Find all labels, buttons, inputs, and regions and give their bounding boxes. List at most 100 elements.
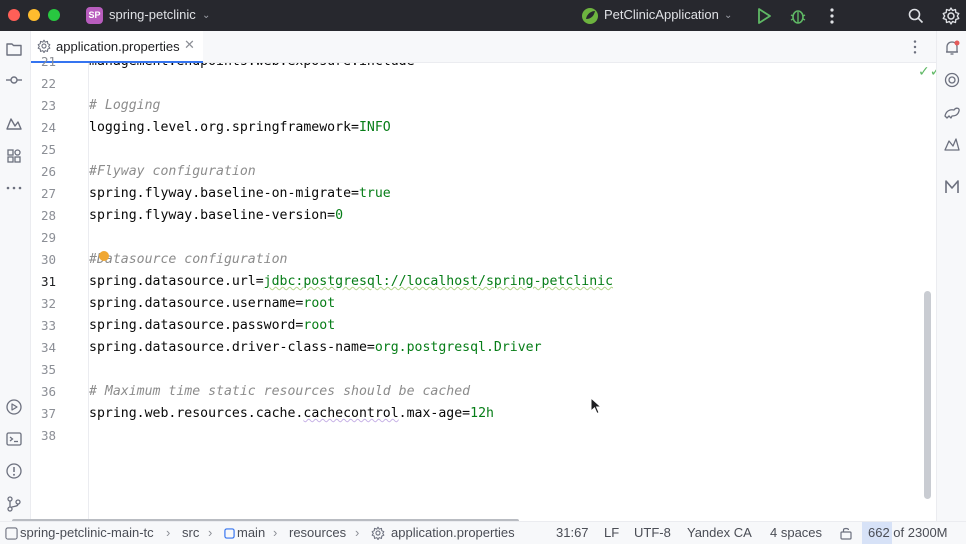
project-selector[interactable]: spring-petclinic [109,7,196,22]
ai-assistant-icon[interactable] [943,71,961,89]
chevron-down-icon[interactable]: ⌄ [202,10,210,21]
gear-icon[interactable] [941,6,961,26]
code-editor[interactable]: management.endpoints.web.exposure.includ… [89,63,925,521]
line-number: 27 [40,186,56,201]
breadcrumb-separator-icon: › [273,525,278,540]
line-number: 23 [40,98,56,113]
breadcrumb-main[interactable]: main [237,525,265,540]
run-configuration-selector[interactable]: PetClinicApplication [604,7,719,22]
run-icon[interactable] [754,6,774,26]
minimize-window-button[interactable] [28,9,40,21]
property-key: spring.datasource.password= [89,318,304,333]
editor-tab-bar: application.properties ✕ [31,31,936,63]
chevron-down-icon[interactable]: ⌄ [724,10,732,21]
line-number: 33 [40,318,56,333]
close-window-button[interactable] [8,9,20,21]
property-value: root [303,296,336,311]
maximize-window-button[interactable] [48,9,60,21]
line-number: 34 [40,340,56,355]
line-number-gutter: 21 22 23 24 25 26 27 28 29 30 31 32 33 34 35 36 37 38 [31,54,89,521]
line-number: 32 [40,296,56,311]
property-key: spring.flyway.baseline-version= [89,208,336,223]
project-badge[interactable]: SP [86,7,103,24]
memory-usage-label: 662 of 2300M [868,525,948,540]
search-icon[interactable] [906,6,926,26]
code-comment: # Logging [89,98,161,113]
code-line-current: spring.datasource.url=jdbc:postgresql://… [89,271,925,293]
source-folder-icon [224,528,235,539]
code-line: logging.level.org.springframework=INFO [89,117,925,139]
module-icon [5,527,18,540]
property-key: spring.datasource.url= [89,274,264,289]
property-value: root [303,318,336,333]
line-number: 26 [40,164,56,179]
property-value: INFO [358,120,391,135]
code-line: #Datasource configuration [89,249,925,271]
file-encoding[interactable]: UTF-8 [634,525,671,540]
tab-application-properties[interactable]: application.properties ✕ [31,31,203,63]
debug-icon[interactable] [788,6,808,26]
line-number: 30 [40,252,56,267]
database-icon[interactable] [943,135,961,153]
code-line: #Flyway configuration [89,161,925,183]
line-number: 36 [40,384,56,399]
intention-bulb-icon[interactable] [99,251,109,261]
code-comment: # Maximum time static resources should b… [89,384,471,399]
git-icon[interactable] [5,495,23,513]
breadcrumb-resources[interactable]: resources [289,525,346,540]
property-key: spring.datasource.username= [89,296,304,311]
indent-setting[interactable]: 4 spaces [770,525,822,540]
line-number: 37 [40,406,56,421]
breadcrumb-project[interactable]: spring-petclinic-main-tc [20,525,154,540]
property-value: jdbc:postgresql://localhost/spring-petcl… [263,274,614,289]
line-number: 28 [40,208,56,223]
code-line: spring.flyway.baseline-version=0 [89,205,925,227]
code-line: spring.flyway.baseline-on-migrate=true [89,183,925,205]
unlock-icon[interactable] [839,526,853,540]
vertical-scrollbar[interactable] [924,291,931,499]
line-number: 24 [40,120,56,135]
property-key: .max-age= [398,406,471,421]
breadcrumb-file[interactable]: application.properties [391,525,515,540]
certificate-status[interactable]: Yandex CA [687,525,752,540]
maven-icon[interactable] [943,178,961,196]
property-value: 12h [470,406,494,421]
problems-icon[interactable] [5,462,23,480]
tab-options-icon[interactable] [907,39,923,55]
property-key: spring.flyway.baseline-on-migrate= [89,186,359,201]
breadcrumb-separator-icon: › [166,525,171,540]
title-bar: SP spring-petclinic ⌄ PetClinicApplicati… [0,0,966,31]
line-number: 25 [40,142,56,157]
property-value: org.postgresql.Driver [374,340,542,355]
code-line: spring.datasource.driver-class-name=org.… [89,337,925,359]
code-comment: #Flyway configuration [89,164,256,179]
breadcrumb-src[interactable]: src [182,525,199,540]
memory-indicator[interactable]: 662 of 2300M [862,522,966,544]
breadcrumb-separator-icon: › [208,525,213,540]
code-line: # Maximum time static resources should b… [89,381,925,403]
gradle-icon[interactable] [943,103,961,121]
line-number: 21 [40,54,56,69]
line-number: 22 [40,76,56,91]
line-number: 35 [40,362,56,377]
code-line: spring.web.resources.cache.cachecontrol.… [89,403,925,425]
caret-position[interactable]: 31:67 [556,525,589,540]
more-actions-icon[interactable] [822,6,842,26]
property-key: cachecontrol [303,406,399,421]
mouse-pointer-icon [590,397,602,415]
code-line: spring.datasource.username=root [89,293,925,315]
line-separator[interactable]: LF [604,525,619,540]
code-line: management.endpoints.web.exposure.includ… [89,63,925,73]
right-tool-strip [936,31,966,521]
close-icon[interactable]: ✕ [184,38,195,53]
breadcrumb-separator-icon: › [355,525,360,540]
property-key: logging.level.org.springframework= [89,120,359,135]
status-bar: spring-petclinic-main-tc › src › main › … [0,521,966,544]
notifications-icon[interactable] [943,39,961,57]
property-key: spring.web.resources.cache. [89,406,304,421]
